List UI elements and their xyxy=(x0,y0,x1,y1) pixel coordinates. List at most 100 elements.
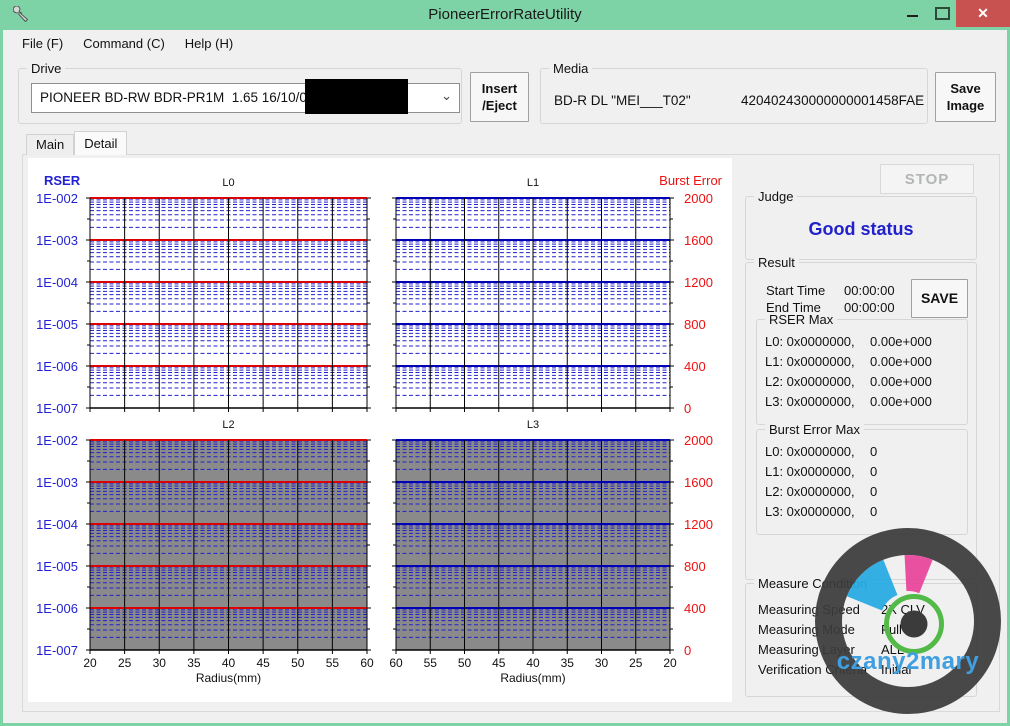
tab-main[interactable]: Main xyxy=(26,134,75,155)
chart-title-L1: L1 xyxy=(527,177,539,189)
x-axis-label: Radius(mm) xyxy=(500,671,565,685)
result-group: Result Start Time 00:00:00 End Time 00:00:0… xyxy=(745,255,977,580)
data-row: L1: 0x0000000, 0.00e+000 xyxy=(765,354,960,374)
row-value: 00:00:00 xyxy=(844,283,895,298)
data-row: L2: 0x0000000, 0 xyxy=(765,484,960,504)
insert-eject-button[interactable]: Insert /Eject xyxy=(470,72,529,122)
x-tick-label: 60 xyxy=(389,656,403,670)
chart-title-L0: L0 xyxy=(222,177,234,189)
row-value: 0.00e+000 xyxy=(870,374,932,389)
row-label: L1: 0x0000000, xyxy=(765,354,855,369)
data-row: L2: 0x0000000, 0.00e+000 xyxy=(765,374,960,394)
drive-combobox-value: PIONEER BD-RW BDR-PR1M 1.65 16/10/05 xyxy=(40,90,315,105)
burst-tick-label: 800 xyxy=(684,317,706,332)
row-label: Measuring Layer xyxy=(758,642,855,657)
app-window: PioneerErrorRateUtility ✕ File (F) Comman… xyxy=(0,0,1010,726)
row-value: 0 xyxy=(870,444,878,459)
title-bar: PioneerErrorRateUtility ✕ xyxy=(0,0,1010,30)
burst-tick-label: 2000 xyxy=(684,433,713,448)
rser-tick-label: 1E-002 xyxy=(36,191,78,206)
insert-eject-label-2: /Eject xyxy=(482,98,517,113)
save-image-label-2: Image xyxy=(946,98,985,113)
chevron-down-icon: ⌄ xyxy=(441,88,452,103)
burst-max-label: Burst Error Max xyxy=(765,422,865,437)
x-tick-label: 25 xyxy=(629,656,643,670)
save-image-button[interactable]: Save Image xyxy=(935,72,996,122)
rser-tick-label: 1E-003 xyxy=(36,475,78,490)
menu-bar: File (F) Command (C) Help (H) xyxy=(3,30,1007,58)
rser-tick-label: 1E-002 xyxy=(36,433,78,448)
media-group-label: Media xyxy=(549,61,593,76)
menu-item[interactable]: File (F) xyxy=(22,30,63,58)
save-image-label-1: Save xyxy=(950,81,981,96)
x-tick-label: 35 xyxy=(561,656,575,670)
judge-status: Good status xyxy=(808,219,914,239)
rser-tick-label: 1E-007 xyxy=(36,643,78,658)
maximize-button[interactable] xyxy=(928,0,956,27)
row-value: Full xyxy=(881,622,902,637)
row-value: Initial xyxy=(881,662,912,677)
burst-tick-label: 1600 xyxy=(684,233,713,248)
x-tick-label: 35 xyxy=(187,656,201,670)
rser-tick-label: 1E-004 xyxy=(36,517,78,532)
x-tick-label: 40 xyxy=(222,656,236,670)
media-serial: 420402430000000001458FAE xyxy=(741,93,925,108)
data-row: Verification Criteria Initial xyxy=(758,662,968,682)
insert-eject-label-1: Insert xyxy=(481,81,518,96)
row-value: 0 xyxy=(870,504,878,519)
row-value: 0 xyxy=(870,484,878,499)
row-value: 0.00e+000 xyxy=(870,334,932,349)
row-label: Measuring Speed xyxy=(758,602,860,617)
row-label: Verification Criteria xyxy=(758,662,868,677)
x-tick-label: 55 xyxy=(424,656,438,670)
save-button[interactable]: SAVE xyxy=(911,279,968,318)
window-title: PioneerErrorRateUtility xyxy=(428,6,582,23)
judge-group: Judge Good status xyxy=(745,189,977,260)
data-row: L3: 0x0000000, 0.00e+000 xyxy=(765,394,960,414)
stop-button[interactable]: STOP xyxy=(880,164,974,194)
menu-item[interactable]: Command (C) xyxy=(83,30,165,58)
tab-strip: Main Detail xyxy=(26,131,128,155)
x-tick-label: 50 xyxy=(291,656,305,670)
rser-max-rows: L0: 0x0000000, 0.00e+000 L1: 0x0000000, 0.0… xyxy=(765,334,960,414)
tab-detail[interactable]: Detail xyxy=(74,131,128,155)
rser-max-label: RSER Max xyxy=(765,312,838,327)
data-row: Measuring Layer ALL xyxy=(758,642,968,662)
burst-tick-label: 800 xyxy=(684,559,706,574)
row-value: 0 xyxy=(870,464,878,479)
menu-item[interactable]: Help (H) xyxy=(185,30,233,58)
measure-condition-label: Measure Condition xyxy=(754,576,872,591)
redaction-box xyxy=(305,79,408,114)
row-label: L2: 0x0000000, xyxy=(765,374,855,389)
x-tick-label: 45 xyxy=(492,656,506,670)
error-rate-charts: L0 L1 20 25 30 35 40 45 50 55 60 L2 Radius(mm) 60 55 50… xyxy=(36,173,723,685)
close-button[interactable]: ✕ xyxy=(956,0,1010,27)
media-group: Media BD-R DL "MEI___T02" 42040243000000… xyxy=(540,61,928,124)
row-label: L3: 0x0000000, xyxy=(765,394,855,409)
x-tick-label: 55 xyxy=(326,656,340,670)
x-tick-label: 20 xyxy=(663,656,677,670)
drive-group-label: Drive xyxy=(27,61,66,76)
burst-tick-label: 400 xyxy=(684,359,706,374)
row-label: L1: 0x0000000, xyxy=(765,464,855,479)
burst-tick-label: 400 xyxy=(684,601,706,616)
row-label: L3: 0x0000000, xyxy=(765,504,855,519)
x-tick-label: 20 xyxy=(83,656,97,670)
row-label: L0: 0x0000000, xyxy=(765,334,855,349)
row-value: 0.00e+000 xyxy=(870,354,932,369)
burst-tick-label: 0 xyxy=(684,643,691,658)
measure-rows: Measuring Speed 2X CLV Measuring Mode Full M… xyxy=(758,602,968,682)
minimize-button[interactable] xyxy=(898,0,926,27)
row-label: L2: 0x0000000, xyxy=(765,484,855,499)
x-axis-label: Radius(mm) xyxy=(196,671,261,685)
data-row: L0: 0x0000000, 0 xyxy=(765,444,960,464)
rser-tick-label: 1E-006 xyxy=(36,359,78,374)
burst-tick-label: 1200 xyxy=(684,275,713,290)
window-border-left xyxy=(0,30,3,726)
measure-condition-group: Measure Condition Measuring Speed 2X CLV M… xyxy=(745,576,977,697)
rser-tick-label: 1E-004 xyxy=(36,275,78,290)
x-tick-label: 25 xyxy=(118,656,132,670)
burst-axis-title: Burst Error xyxy=(659,173,723,188)
row-label: Measuring Mode xyxy=(758,622,855,637)
data-row: Measuring Mode Full xyxy=(758,622,968,642)
